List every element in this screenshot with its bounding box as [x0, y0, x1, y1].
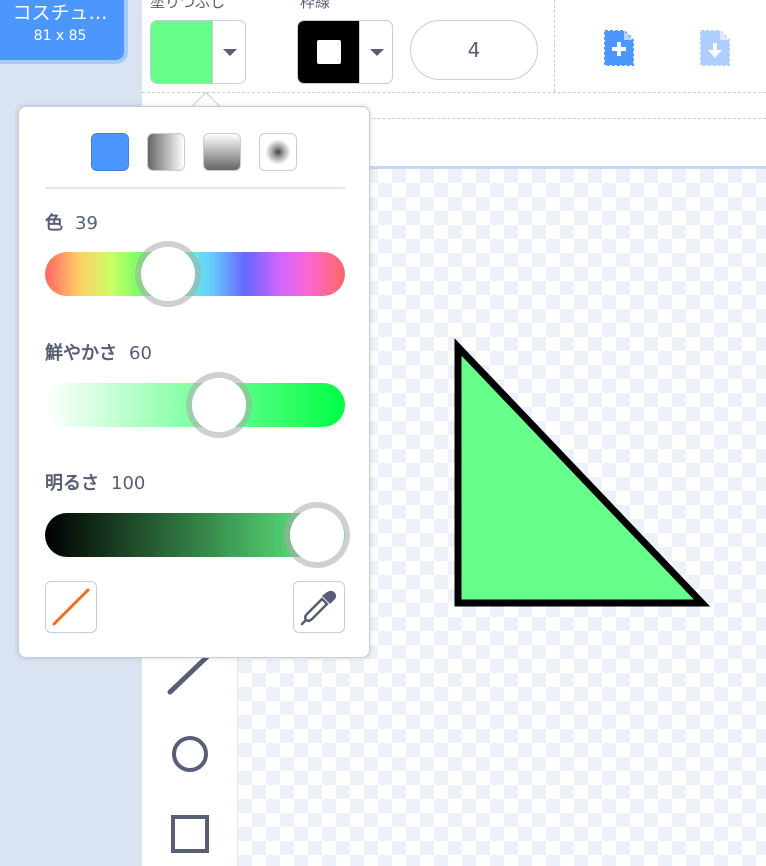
hue-slider[interactable] — [45, 241, 345, 307]
rectangle-icon[interactable] — [164, 808, 216, 860]
brightness-slider-handle[interactable] — [284, 502, 350, 568]
horizontal-gradient-button[interactable] — [147, 133, 185, 171]
fill-swatch — [151, 21, 213, 83]
stroke-width-input[interactable]: 4 — [410, 20, 538, 80]
toolbar-separator — [142, 92, 766, 93]
costume-tile[interactable]: コスチュ… 81 x 85 — [0, 0, 128, 64]
saturation-value: 60 — [129, 343, 152, 364]
eyedropper-icon — [300, 590, 337, 626]
editor-toolbar: 塗りつぶし 枠線 4 — [142, 0, 766, 100]
download-file-icon[interactable] — [698, 28, 732, 68]
toolbar-divider — [554, 0, 555, 92]
hue-label: 色 39 — [45, 209, 98, 235]
fill-label: 塗りつぶし — [150, 0, 226, 11]
saturation-slider-handle[interactable] — [186, 372, 253, 438]
hue-value: 39 — [75, 213, 98, 234]
radial-gradient-button[interactable] — [259, 133, 297, 171]
vertical-gradient-button[interactable] — [203, 133, 241, 171]
popover-divider — [45, 187, 345, 189]
hue-label-text: 色 — [45, 213, 63, 234]
circle-icon[interactable] — [164, 728, 216, 780]
costume-name: コスチュ… — [12, 2, 108, 24]
brightness-value: 100 — [111, 473, 146, 494]
hue-slider-handle[interactable] — [135, 241, 202, 307]
solid-fill-button[interactable] — [91, 133, 129, 171]
outline-label: 枠線 — [300, 0, 331, 11]
add-file-icon[interactable] — [602, 28, 636, 68]
saturation-label: 鮮やかさ 60 — [45, 339, 152, 365]
saturation-label-text: 鮮やかさ — [45, 343, 117, 364]
no-fill-button[interactable] — [45, 581, 97, 633]
costume-size: 81 x 85 — [33, 28, 87, 44]
eyedropper-button[interactable] — [293, 581, 345, 633]
brightness-label: 明るさ 100 — [45, 469, 145, 495]
outline-swatch — [298, 21, 360, 83]
brightness-label-text: 明るさ — [45, 473, 99, 494]
chevron-down-icon — [359, 21, 392, 83]
chevron-down-icon — [212, 21, 245, 83]
fill-color-button[interactable] — [150, 20, 246, 84]
brightness-slider[interactable] — [45, 502, 350, 568]
outline-color-button[interactable] — [297, 20, 393, 84]
color-picker-popover: 色 39 鮮やかさ 60 明るさ 100 — [18, 106, 370, 658]
saturation-slider[interactable] — [45, 372, 345, 438]
no-fill-icon — [52, 588, 90, 626]
